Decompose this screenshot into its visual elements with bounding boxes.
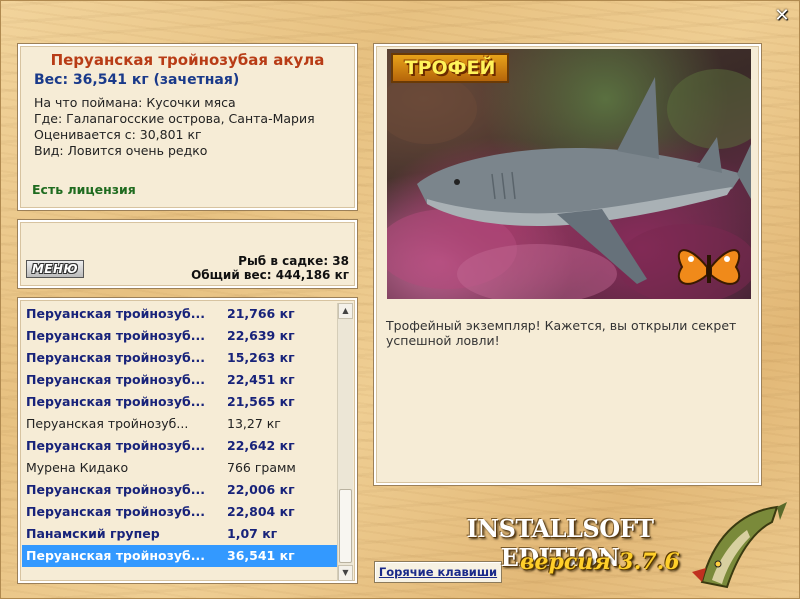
catch-list-item[interactable]: Перуанская тройнозуб... 15,263 кг	[22, 347, 340, 369]
trophy-photo-panel: ТРОФЕЙ Трофейный экземпляр! Кажется, вы …	[373, 43, 762, 486]
trophy-badge: ТРОФЕЙ	[391, 53, 509, 83]
catch-item-name: Перуанская тройнозуб...	[26, 416, 189, 431]
catch-list-item[interactable]: Перуанская тройнозуб... 21,766 кг	[22, 303, 340, 325]
catch-item-weight: 21,766 кг	[227, 306, 295, 321]
catch-item-weight: 22,642 кг	[227, 438, 295, 453]
trophy-description: Трофейный экземпляр! Кажется, вы открыли…	[386, 318, 737, 348]
fish-photo: ТРОФЕЙ	[387, 49, 751, 299]
detail-rarity: Вид: Ловится очень редко	[34, 143, 208, 158]
catch-list-item[interactable]: Перуанская тройнозуб... 22,639 кг	[22, 325, 340, 347]
catch-item-name: Перуанская тройнозуб...	[26, 328, 205, 343]
fish-details: На что поймана: Кусочки мяса Где: Галапа…	[34, 95, 347, 159]
catch-item-name: Перуанская тройнозуб...	[26, 548, 205, 563]
catch-item-name: Перуанская тройнозуб...	[26, 504, 205, 519]
catch-item-name: Панамский групер	[26, 526, 160, 541]
catch-item-name: Перуанская тройнозуб...	[26, 394, 205, 409]
catch-item-name: Мурена Кидако	[26, 460, 129, 475]
close-icon[interactable]: ✕	[772, 6, 792, 26]
fish-weight: Вес: 36,541 кг (зачетная)	[34, 72, 240, 88]
fish-title: Перуанская тройнозубая акула	[50, 51, 325, 69]
catch-item-name: Перуанская тройнозуб...	[26, 482, 205, 497]
detail-bait: На что поймана: Кусочки мяса	[34, 95, 236, 110]
catch-list-item[interactable]: Перуанская тройнозуб... 22,451 кг	[22, 369, 340, 391]
catch-item-weight: 15,263 кг	[227, 350, 295, 365]
version-label: версия 3.7.6	[520, 549, 680, 575]
menu-button[interactable]: МЕНЮ	[26, 260, 84, 278]
detail-rated-from: Оценивается с: 30,801 кг	[34, 127, 202, 142]
keepnet-stats: Рыб в садке: 38 Общий вес: 444,186 кг	[191, 254, 349, 282]
catch-item-weight: 22,639 кг	[227, 328, 295, 343]
catch-item-weight: 36,541 кг	[227, 548, 295, 563]
catch-list-scrollbar[interactable]: ▲ ▼	[337, 303, 353, 581]
butterfly-icon	[677, 249, 741, 285]
catch-list-item[interactable]: Перуанская тройнозуб... 21,565 кг	[22, 391, 340, 413]
pike-fish-icon	[692, 502, 787, 589]
catch-list-panel: Перуанская тройнозуб... 21,766 кг Перуанск…	[17, 297, 358, 584]
fish-info-panel: Перуанская тройнозубая акула Вес: 36,541…	[17, 43, 358, 211]
catch-list-item[interactable]: Перуанская тройнозуб... 22,642 кг	[22, 435, 340, 457]
fish-count: Рыб в садке: 38	[238, 254, 349, 268]
catch-item-weight: 22,804 кг	[227, 504, 295, 519]
scrollbar-thumb[interactable]	[339, 489, 352, 563]
catch-list-item[interactable]: Перуанская тройнозуб... 36,541 кг	[22, 545, 340, 567]
catch-item-weight: 22,451 кг	[227, 372, 295, 387]
keepnet-stats-panel: МЕНЮ Рыб в садке: 38 Общий вес: 444,186 …	[17, 219, 358, 289]
shark-illustration	[387, 69, 751, 299]
catch-item-weight: 21,565 кг	[227, 394, 295, 409]
catch-item-name: Перуанская тройнозуб...	[26, 438, 205, 453]
catch-item-name: Перуанская тройнозуб...	[26, 372, 205, 387]
detail-location: Где: Галапагосские острова, Санта-Мария	[34, 111, 315, 126]
catch-list-item[interactable]: Мурена Кидако 766 грамм	[22, 457, 340, 479]
total-weight: Общий вес: 444,186 кг	[191, 268, 349, 282]
catch-item-name: Перуанская тройнозуб...	[26, 306, 205, 321]
catch-list-item[interactable]: Панамский групер 1,07 кг	[22, 523, 340, 545]
catch-item-weight: 766 грамм	[227, 460, 296, 475]
catch-list-item[interactable]: Перуанская тройнозуб... 22,006 кг	[22, 479, 340, 501]
license-status: Есть лицензия	[32, 182, 136, 197]
arrow-up-icon[interactable]: ▲	[338, 303, 353, 319]
arrow-down-icon[interactable]: ▼	[338, 565, 353, 581]
catch-item-weight: 13,27 кг	[227, 416, 281, 431]
catch-list-item[interactable]: Перуанская тройнозуб... 13,27 кг	[22, 413, 340, 435]
catch-list: Перуанская тройнозуб... 21,766 кг Перуанск…	[22, 303, 340, 567]
catch-item-weight: 1,07 кг	[227, 526, 278, 541]
catch-list-item[interactable]: Перуанская тройнозуб... 22,804 кг	[22, 501, 340, 523]
catch-item-name: Перуанская тройнозуб...	[26, 350, 205, 365]
catch-item-weight: 22,006 кг	[227, 482, 295, 497]
